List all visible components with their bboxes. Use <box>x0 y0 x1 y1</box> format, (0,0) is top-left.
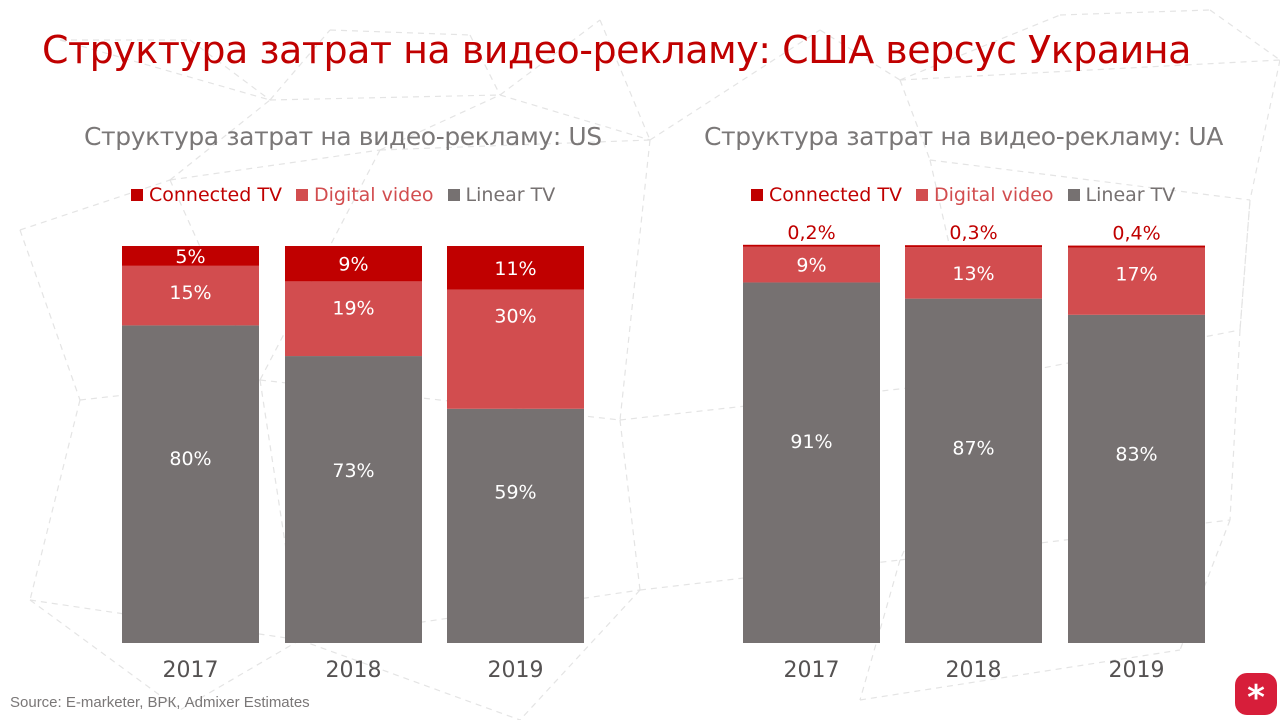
data-label-connected-tv: 0,4% <box>1112 223 1160 245</box>
bar-segment-connected-tv <box>905 245 1042 248</box>
x-tick-label: 2019 <box>1109 658 1165 683</box>
data-label-digital-video: 17% <box>1115 264 1157 286</box>
source-note: Source: E-marketer, ВРК, Admixer Estimat… <box>10 694 310 711</box>
ua-stacked-bar-chart: 91% 9% 0,2% 2017 87% 13% 0,3% 2018 83% 17% 0,4% 201… <box>743 222 1205 683</box>
data-label-connected-tv: 0,3% <box>949 222 997 244</box>
data-label-digital-video: 9% <box>796 255 826 277</box>
bar-segment-linear-tv <box>1068 314 1205 643</box>
data-label-digital-video: 13% <box>952 263 994 285</box>
asterisk-icon: * <box>1235 673 1277 718</box>
data-label-connected-tv: 0,2% <box>787 222 835 244</box>
data-label-linear-tv: 83% <box>1115 444 1157 466</box>
x-tick-label: 2018 <box>946 658 1002 683</box>
x-tick-label: 2017 <box>784 658 840 683</box>
data-label-linear-tv: 91% <box>790 431 832 453</box>
bar-segment-linear-tv <box>743 282 880 643</box>
bar-segment-linear-tv <box>905 298 1042 643</box>
bar-segment-connected-tv <box>743 244 880 247</box>
data-label-linear-tv: 87% <box>952 437 994 459</box>
bar-segment-connected-tv <box>1068 245 1205 248</box>
